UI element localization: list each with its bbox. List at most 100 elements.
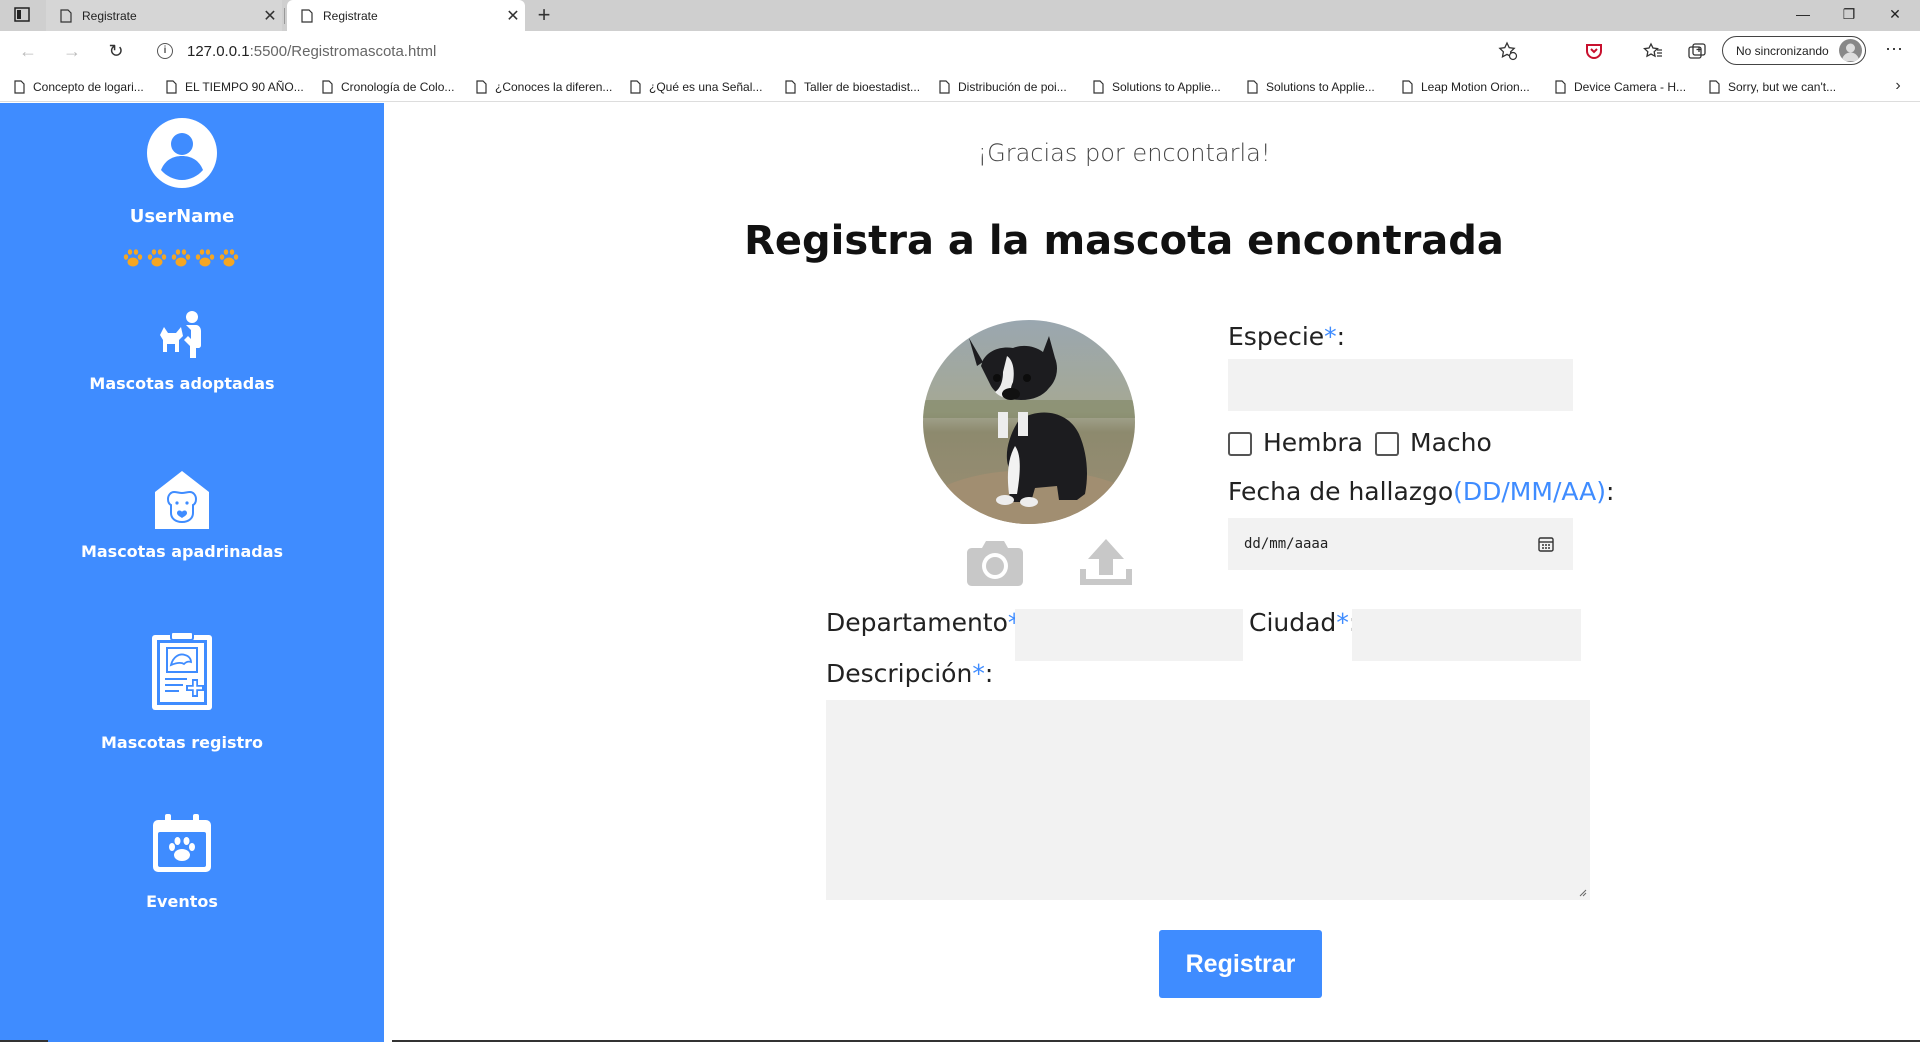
- macho-label: Macho: [1410, 428, 1492, 457]
- bookmark-item[interactable]: Sorry, but we can't...: [1709, 77, 1836, 97]
- upload-icon[interactable]: [1078, 537, 1134, 589]
- resize-handle-icon[interactable]: [1577, 887, 1587, 897]
- forward-button[interactable]: →: [58, 37, 86, 65]
- fecha-label: Fecha de hallazgo(DD/MM/AA):: [1228, 477, 1614, 506]
- bookmark-item[interactable]: Distribución de poi...: [939, 77, 1067, 97]
- page-icon: [939, 80, 950, 94]
- favorite-star-icon[interactable]: [1498, 41, 1518, 61]
- bookmark-item[interactable]: Solutions to Applie...: [1093, 77, 1221, 97]
- page-icon: [630, 80, 641, 94]
- sidebar-item-label: Eventos: [146, 892, 218, 911]
- page-icon: [476, 80, 487, 94]
- bookmark-label: Sorry, but we can't...: [1728, 80, 1837, 94]
- page-icon: [60, 8, 72, 23]
- tab-strip: Registrate ✕ Registrate ✕ + — ❐ ✕: [0, 0, 1920, 31]
- favorites-icon[interactable]: [1642, 40, 1664, 62]
- paw-rating-icon: [147, 249, 167, 267]
- tab-close-icon[interactable]: ✕: [258, 6, 282, 26]
- collections-icon[interactable]: [1686, 40, 1708, 62]
- bookmark-label: Solutions to Applie...: [1112, 80, 1221, 94]
- tab-close-icon[interactable]: ✕: [501, 6, 525, 26]
- tab-actions-icon[interactable]: [14, 7, 32, 23]
- bookmark-item[interactable]: Concepto de logari...: [14, 77, 144, 97]
- fecha-input[interactable]: dd/mm/aaaa: [1228, 518, 1573, 570]
- bookmark-label: Concepto de logari...: [33, 80, 144, 94]
- page-icon: [1709, 80, 1720, 94]
- bookmark-label: EL TIEMPO 90 AÑO...: [185, 80, 304, 94]
- ciudad-input[interactable]: [1352, 609, 1581, 661]
- camera-icon[interactable]: [966, 537, 1024, 587]
- adoption-icon: [160, 311, 201, 358]
- main-content: ¡Gracias por encontarla! Registra a la m…: [384, 103, 1920, 1042]
- pocket-extension-icon[interactable]: [1583, 40, 1605, 62]
- bookmark-item[interactable]: Leap Motion Orion...: [1402, 77, 1530, 97]
- reload-button[interactable]: ↻: [102, 37, 130, 65]
- profile-avatar-icon: [1839, 39, 1862, 62]
- profile-label: No sincronizando: [1736, 43, 1829, 58]
- bookmark-item[interactable]: ¿Qué es una Señal...: [630, 77, 762, 97]
- sidebar-item-sponsored[interactable]: Mascotas apadrinadas: [0, 470, 364, 561]
- pet-photo: [923, 320, 1135, 524]
- bookmark-item[interactable]: EL TIEMPO 90 AÑO...: [166, 77, 304, 97]
- page-icon: [322, 80, 333, 94]
- pet-record-icon: [152, 631, 212, 710]
- required-mark: *: [1336, 608, 1349, 637]
- required-mark: *: [972, 659, 985, 688]
- bookmark-item[interactable]: Cronología de Colo...: [322, 77, 454, 97]
- descripcion-textarea[interactable]: [826, 700, 1590, 900]
- sidebar-item-label: Mascotas apadrinadas: [80, 542, 284, 561]
- page-icon: [166, 80, 177, 94]
- back-button[interactable]: ←: [14, 37, 42, 65]
- restore-button[interactable]: ❐: [1826, 0, 1872, 31]
- colon: :: [1606, 477, 1615, 506]
- thanks-message: ¡Gracias por encontarla!: [977, 139, 1271, 167]
- paw-rating-icon: [195, 249, 215, 267]
- site-info-icon[interactable]: i: [157, 43, 173, 59]
- bookmark-item[interactable]: Solutions to Applie...: [1247, 77, 1375, 97]
- bookmarks-bar: Concepto de logari... EL TIEMPO 90 AÑO...…: [0, 71, 1920, 102]
- settings-more-button[interactable]: ⋯: [1880, 37, 1908, 65]
- tab-registrate-1[interactable]: Registrate ✕: [46, 0, 282, 31]
- fecha-format-hint: (DD/MM/AA): [1453, 477, 1607, 506]
- profile-sync-button[interactable]: No sincronizando: [1722, 36, 1866, 65]
- macho-checkbox[interactable]: [1375, 432, 1399, 456]
- required-mark: *: [1324, 322, 1337, 351]
- especie-input[interactable]: [1228, 359, 1573, 411]
- user-avatar-icon[interactable]: [147, 118, 217, 188]
- departamento-label-text: Departamento: [826, 608, 1008, 637]
- especie-label-text: Especie: [1228, 322, 1325, 351]
- paw-rating-icon: [171, 249, 191, 267]
- tab-registrate-2[interactable]: Registrate ✕: [287, 0, 525, 31]
- url-text[interactable]: 127.0.0.1:5500/Registromascota.html: [187, 43, 436, 60]
- bookmarks-overflow-chevron-icon[interactable]: ›: [1888, 77, 1908, 97]
- bookmark-item[interactable]: ¿Conoces la diferen...: [476, 77, 612, 97]
- page-icon: [1247, 80, 1258, 94]
- address-bar[interactable]: i 127.0.0.1:5500/Registromascota.html: [145, 35, 1540, 67]
- calendar-picker-icon[interactable]: [1537, 535, 1555, 553]
- registrar-button[interactable]: Registrar: [1159, 930, 1322, 998]
- bookmark-item[interactable]: Device Camera - H...: [1555, 77, 1686, 97]
- url-host: 127.0.0.1: [187, 42, 250, 60]
- close-window-button[interactable]: ✕: [1872, 0, 1918, 31]
- tab-title: Registrate: [82, 8, 137, 23]
- bookmark-label: ¿Qué es una Señal...: [649, 80, 763, 94]
- departamento-input[interactable]: [1015, 609, 1243, 661]
- bookmark-item[interactable]: Taller de bioestadist...: [785, 77, 920, 97]
- departamento-label: Departamento*:: [826, 608, 1029, 637]
- page-icon: [1093, 80, 1104, 94]
- paw-rating-icon: [123, 249, 143, 267]
- fecha-placeholder: dd/mm/aaaa: [1244, 536, 1329, 552]
- minimize-button[interactable]: —: [1780, 0, 1826, 31]
- new-tab-button[interactable]: +: [531, 2, 557, 28]
- sidebar: UserName Mascotas adoptadas Mascotas apa…: [0, 103, 384, 1042]
- sidebar-item-label: Mascotas adoptadas: [89, 374, 275, 393]
- bookmark-label: ¿Conoces la diferen...: [495, 80, 613, 94]
- especie-label: Especie*:: [1228, 322, 1345, 351]
- ciudad-label-text: Ciudad: [1249, 608, 1337, 637]
- sidebar-item-adopted[interactable]: Mascotas adoptadas: [0, 308, 364, 393]
- sidebar-item-events[interactable]: Eventos: [0, 814, 364, 911]
- paw-rating-icon: [219, 249, 239, 267]
- tab-title: Registrate: [323, 8, 378, 23]
- sidebar-item-records[interactable]: Mascotas registro: [0, 631, 364, 752]
- hembra-checkbox[interactable]: [1228, 432, 1252, 456]
